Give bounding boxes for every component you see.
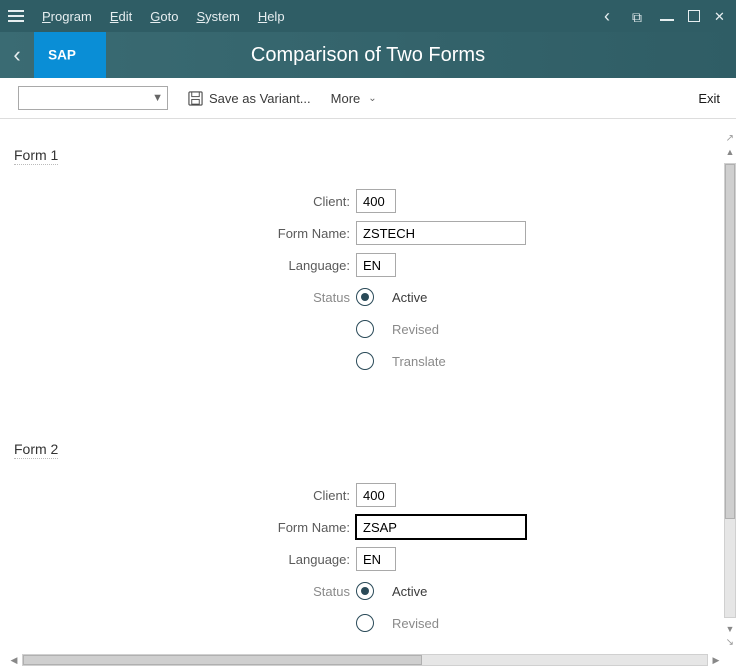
radio-icon[interactable] (356, 320, 374, 338)
variant-select[interactable]: ▼ (18, 86, 168, 110)
radio-icon[interactable] (356, 352, 374, 370)
spacer (10, 354, 356, 369)
scroll-corner-icon: ↘ (726, 637, 734, 648)
client-field[interactable] (356, 483, 396, 507)
form-group-title: Form 2 (14, 441, 58, 459)
svg-text:SAP: SAP (48, 48, 76, 63)
chevron-down-icon: ⌄ (368, 93, 376, 104)
language-field-wrapper (356, 547, 396, 571)
save-as-variant-label: Save as Variant... (209, 91, 311, 106)
radio-icon[interactable] (356, 288, 374, 306)
form-name-field-row: Form Name: (10, 511, 726, 543)
client-field[interactable] (356, 189, 396, 213)
form-name-field-wrapper (356, 515, 526, 539)
radio-label: Revised (392, 322, 439, 337)
client-field-wrapper (356, 483, 396, 507)
status-label: Status (10, 584, 356, 599)
scroll-corner-icon: ↗ (726, 133, 734, 144)
menu-edit[interactable]: Edit (110, 9, 132, 24)
status-radio-row: Revised (10, 313, 726, 345)
main-area: Form 1 Client: Form Name: Language: Status Ac… (0, 119, 736, 667)
menu-goto[interactable]: Goto (150, 9, 178, 24)
scroll-track[interactable] (22, 654, 708, 666)
menu-icon[interactable] (8, 10, 24, 22)
scroll-left-icon[interactable]: ◀ (8, 654, 20, 666)
title-bar: ‹ SAP Comparison of Two Forms (0, 32, 736, 78)
radio-icon[interactable] (356, 614, 374, 632)
language-field[interactable] (356, 547, 396, 571)
radio-icon[interactable] (356, 582, 374, 600)
scroll-thumb[interactable] (725, 164, 735, 519)
sap-logo: SAP (34, 32, 106, 78)
form-group-1: Form 1 Client: Form Name: Language: Status Ac… (10, 147, 726, 377)
form-name-field-label: Form Name: (10, 520, 356, 535)
form-name-field-row: Form Name: (10, 217, 726, 249)
form-name-field[interactable] (356, 515, 526, 539)
form-name-field-wrapper (356, 221, 526, 245)
form-name-field-label: Form Name: (10, 226, 356, 241)
spacer (10, 616, 356, 631)
scroll-up-icon[interactable]: ▲ (724, 145, 736, 159)
language-field-label: Language: (10, 258, 356, 273)
menu-help[interactable]: Help (258, 9, 285, 24)
language-field-label: Language: (10, 552, 356, 567)
language-field[interactable] (356, 253, 396, 277)
status-radio-row: Status Active (10, 281, 726, 313)
radio-label: Revised (392, 616, 439, 631)
radio-option[interactable]: Translate (356, 352, 446, 370)
radio-option[interactable]: Revised (356, 614, 439, 632)
scroll-thumb[interactable] (23, 655, 422, 665)
client-field-wrapper (356, 189, 396, 213)
status-radio-row: Translate (10, 345, 726, 377)
toolbar-left: ▼ Save as Variant... More ⌄ (18, 86, 377, 110)
horizontal-scrollbar[interactable]: ◀ ▶ (8, 654, 722, 666)
radio-option[interactable]: Revised (356, 320, 439, 338)
menubar-right (604, 9, 728, 23)
spacer (10, 322, 356, 337)
window-minimize-icon[interactable] (660, 19, 674, 21)
menu-program[interactable]: Program (42, 9, 92, 24)
menubar-left: Program Edit Goto System Help (8, 9, 285, 24)
save-as-variant-button[interactable]: Save as Variant... (188, 91, 311, 106)
client-field-row: Client: (10, 479, 726, 511)
new-session-icon[interactable] (632, 9, 646, 23)
radio-option[interactable]: Active (356, 288, 427, 306)
chevron-down-icon: ▼ (152, 92, 163, 104)
window-close-icon[interactable] (714, 9, 728, 23)
more-menu[interactable]: More ⌄ (331, 91, 377, 106)
scroll-track[interactable] (724, 163, 736, 618)
radio-option[interactable]: Active (356, 582, 427, 600)
save-icon (188, 91, 203, 106)
status-label: Status (10, 290, 356, 305)
client-field-label: Client: (10, 194, 356, 209)
client-field-row: Client: (10, 185, 726, 217)
content: Form 1 Client: Form Name: Language: Status Ac… (0, 119, 736, 667)
page-title: Comparison of Two Forms (251, 44, 485, 67)
language-field-wrapper (356, 253, 396, 277)
more-label: More (331, 91, 361, 106)
radio-label: Translate (392, 354, 446, 369)
nav-back-icon[interactable] (604, 9, 618, 23)
radio-label: Active (392, 584, 427, 599)
radio-label: Active (392, 290, 427, 305)
scroll-down-icon[interactable]: ▼ (724, 622, 736, 636)
menu-system[interactable]: System (196, 9, 239, 24)
status-radio-row: Status Active (10, 575, 726, 607)
language-field-row: Language: (10, 543, 726, 575)
exit-button[interactable]: Exit (698, 91, 720, 106)
system-menubar: Program Edit Goto System Help (0, 0, 736, 32)
form-group-title: Form 1 (14, 147, 58, 165)
back-button[interactable]: ‹ (0, 32, 34, 78)
client-field-label: Client: (10, 488, 356, 503)
language-field-row: Language: (10, 249, 726, 281)
scroll-right-icon[interactable]: ▶ (710, 654, 722, 666)
vertical-scrollbar[interactable]: ↗ ▲ ▼ ↘ (724, 133, 736, 648)
status-radio-row: Revised (10, 607, 726, 639)
toolbar: ▼ Save as Variant... More ⌄ Exit (0, 78, 736, 119)
form-group-2: Form 2 Client: Form Name: Language: Status Ac… (10, 441, 726, 639)
form-name-field[interactable] (356, 221, 526, 245)
window-maximize-icon[interactable] (688, 10, 700, 22)
